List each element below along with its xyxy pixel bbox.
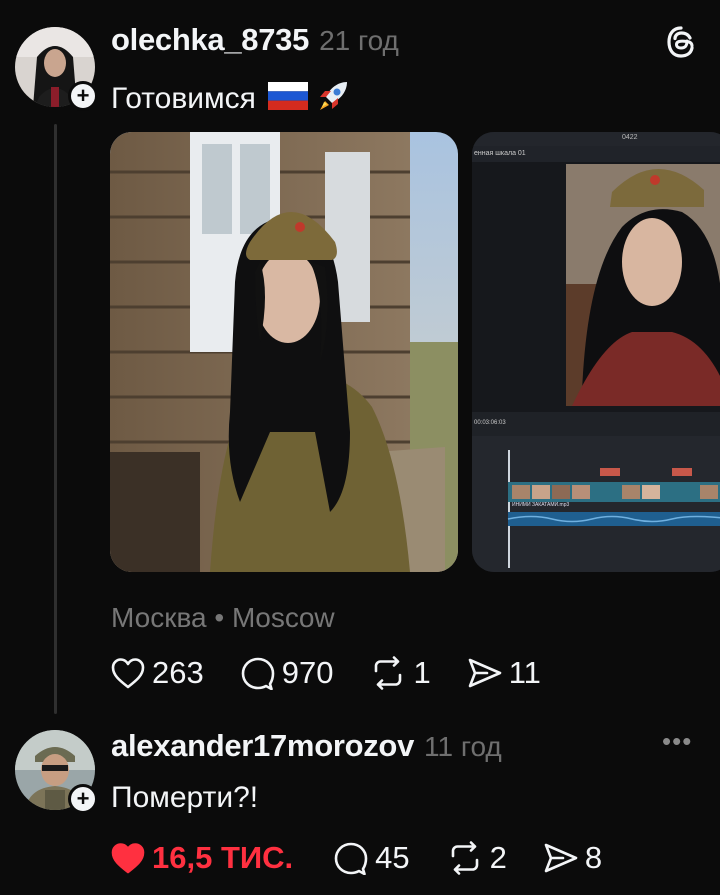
share-button[interactable]: 8 bbox=[543, 840, 602, 876]
share-icon bbox=[543, 841, 585, 875]
comment-button[interactable]: 45 bbox=[333, 840, 410, 876]
post-time: 21 год bbox=[319, 25, 399, 56]
like-button[interactable]: 263 bbox=[110, 655, 204, 691]
rocket-icon bbox=[314, 77, 352, 120]
post-header: olechka_8735 21 год bbox=[111, 22, 399, 64]
heart-icon bbox=[110, 656, 152, 690]
like-count: 16,5 ТИС. bbox=[152, 840, 294, 875]
threads-logo-icon[interactable] bbox=[664, 25, 698, 59]
like-count: 263 bbox=[152, 655, 204, 690]
share-count: 11 bbox=[508, 655, 541, 690]
russia-flag-icon bbox=[267, 82, 308, 115]
reply-header: alexander17morozov 11 год bbox=[111, 728, 502, 770]
repost-count: 1 bbox=[413, 655, 431, 690]
comment-button[interactable]: 970 bbox=[240, 655, 334, 691]
repost-count: 2 bbox=[489, 840, 507, 875]
more-icon[interactable]: ••• bbox=[662, 726, 692, 757]
post-username[interactable]: olechka_8735 bbox=[111, 22, 309, 58]
post-location[interactable]: Москва • Moscow bbox=[111, 602, 335, 634]
comment-count: 45 bbox=[375, 840, 410, 875]
post-actions: 263 970 1 11 bbox=[110, 655, 577, 691]
reply-actions: 16,5 ТИС. 45 2 8 bbox=[110, 840, 638, 876]
editor-window-title: 0422 bbox=[622, 134, 638, 141]
share-icon bbox=[467, 656, 509, 690]
follow-plus-icon[interactable]: + bbox=[68, 81, 98, 111]
repost-icon bbox=[446, 841, 490, 875]
comment-count: 970 bbox=[281, 655, 334, 690]
editor-timeline-label: енная шкала 01 bbox=[474, 150, 526, 157]
editor-clip-label: ИНИМИ ЗАКАТАМИ.mp3 bbox=[512, 502, 570, 508]
comment-icon bbox=[240, 656, 282, 690]
reply-text: Померти?! bbox=[111, 781, 259, 814]
share-button[interactable]: 11 bbox=[467, 655, 541, 691]
reply-time: 11 год bbox=[424, 731, 502, 762]
repost-button[interactable]: 2 bbox=[446, 840, 507, 876]
post-text: Готовимся bbox=[111, 81, 256, 115]
like-button[interactable]: 16,5 ТИС. bbox=[110, 840, 293, 876]
heart-icon bbox=[110, 841, 152, 875]
reply-username[interactable]: alexander17morozov bbox=[111, 728, 414, 764]
thread-line bbox=[54, 124, 57, 714]
repost-button[interactable]: 1 bbox=[369, 655, 431, 691]
post-photo-1[interactable] bbox=[110, 132, 458, 572]
follow-plus-icon[interactable]: + bbox=[68, 784, 98, 814]
post-photo-2[interactable]: 0422 енная шкала 01 00:03:06:03 ИНИМИ ЗА… bbox=[472, 132, 720, 572]
repost-icon bbox=[369, 656, 413, 690]
comment-icon bbox=[333, 841, 375, 875]
editor-timecode: 00:03:06:03 bbox=[474, 420, 506, 426]
share-count: 8 bbox=[584, 840, 603, 875]
post-text-row: Готовимся bbox=[111, 77, 352, 120]
